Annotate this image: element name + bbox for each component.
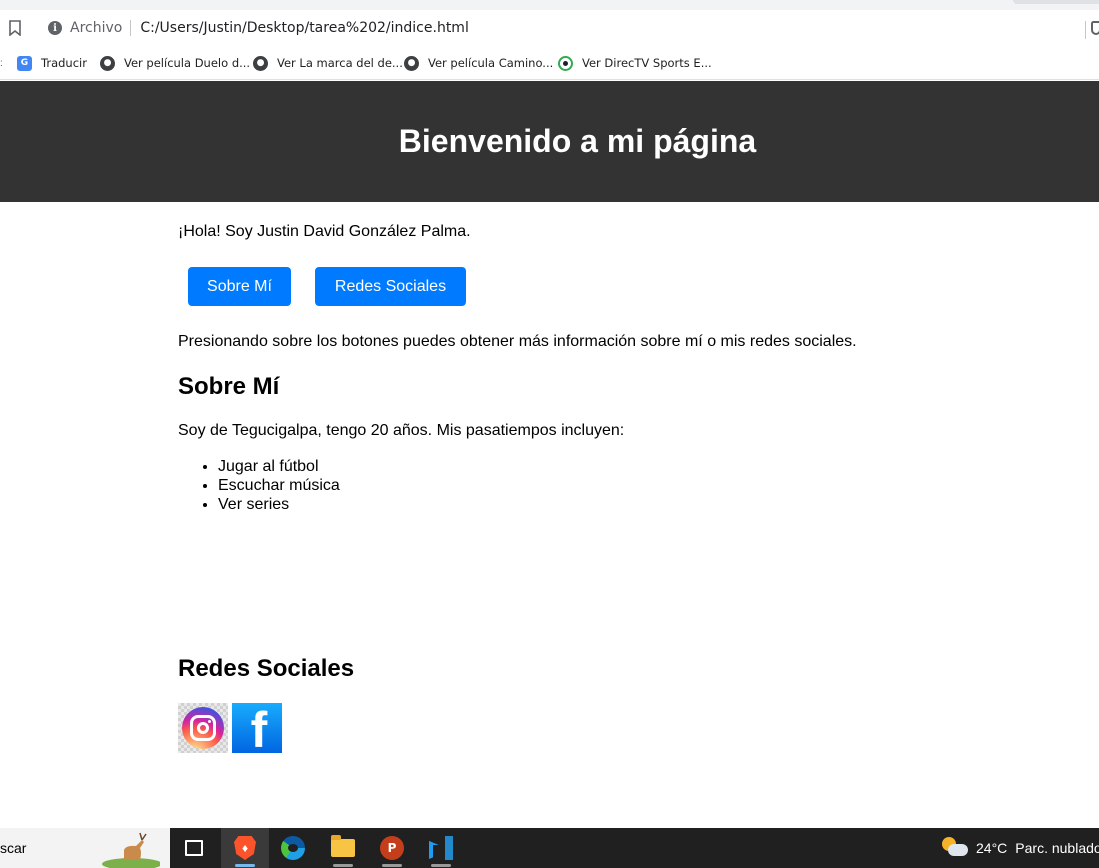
globe-icon: ● [253,55,268,71]
taskbar: scar ♦ P 24°C Parc. nublado [0,828,1099,868]
brave-icon: ♦ [234,836,256,860]
edge-button[interactable] [269,828,317,868]
google-translate-icon: G [17,55,32,71]
omnibox-divider [130,20,132,36]
globe-icon: ● [100,55,115,71]
file-explorer-icon [331,835,355,857]
weather-condition: Parc. nublado [1015,840,1099,856]
bookmark-label: Ver La marca del de... [277,56,403,70]
bookmarks-bar: : G Traducir ● Ver película Duelo d... ●… [0,46,1099,80]
bookmark-marca[interactable]: ● Ver La marca del de... [253,53,403,73]
page-header: Bienvenido a mi página [0,81,1099,202]
social-heading: Redes Sociales [178,655,355,682]
bookmark-directv[interactable]: Ver DirecTV Sports E... [558,53,712,73]
file-explorer-button[interactable] [319,828,367,868]
powerpoint-button[interactable]: P [368,828,416,868]
hint-text: Presionando sobre los botones puedes obt… [178,333,857,350]
about-heading: Sobre Mí [178,373,280,400]
bookmark-icon[interactable] [6,18,24,38]
social-button[interactable]: Redes Sociales [315,267,466,306]
bookmark-translate[interactable]: G Traducir [17,53,87,73]
facebook-logo: f [250,703,268,753]
facebook-icon[interactable]: f [232,703,282,753]
scheme-label: Archivo [70,20,123,36]
powerpoint-icon: P [380,836,404,860]
social-links: f [178,703,282,753]
extension-shield-icon[interactable] [1085,21,1099,39]
intro-text: ¡Hola! Soy Justin David González Palma. [178,223,471,240]
url-text[interactable]: C:/Users/Justin/Desktop/tarea%202/indice… [140,20,469,36]
bookmark-label: Ver DirecTV Sports E... [582,56,712,70]
browser-top-strip [0,0,1099,10]
search-text: scar [0,840,27,856]
page-title: Bienvenido a mi página [398,123,757,159]
hobbies-list: Jugar al fútbol Escuchar música Ver seri… [218,457,340,514]
list-item: Ver series [218,495,340,514]
about-text: Soy de Tegucigalpa, tengo 20 años. Mis p… [178,422,625,439]
vscode-button[interactable] [417,828,465,868]
bookmark-label: Traducir [41,56,87,70]
taskbar-search[interactable]: scar [0,828,170,868]
task-view-icon [185,840,203,856]
bookmark-label: Ver película Camino... [428,56,554,70]
list-item: Jugar al fútbol [218,457,340,476]
weather-temperature: 24°C [976,840,1008,856]
bookmarks-overflow-icon[interactable]: : [0,58,3,69]
address-bar-row: i Archivo C:/Users/Justin/Desktop/tarea%… [0,10,1099,46]
globe-icon: ● [404,55,419,71]
soccer-ball-icon [558,55,573,71]
instagram-icon[interactable] [178,703,228,753]
instagram-logo [182,707,224,749]
vscode-icon [429,836,453,860]
tab-edge [1013,0,1099,4]
omnibox[interactable]: i Archivo C:/Users/Justin/Desktop/tarea%… [38,13,1099,43]
list-item: Escuchar música [218,476,340,495]
partly-cloudy-icon [942,837,968,859]
about-button[interactable]: Sobre Mí [188,267,291,306]
brave-button[interactable]: ♦ [221,828,269,868]
deer-illustration-icon [102,832,160,868]
task-view-button[interactable] [170,828,218,868]
bookmark-camino[interactable]: ● Ver película Camino... [404,53,553,73]
site-info-icon[interactable]: i [48,21,62,35]
weather-widget[interactable]: 24°C Parc. nublado [942,828,1099,868]
bookmark-duelo[interactable]: ● Ver película Duelo d... [100,53,250,73]
edge-icon [281,836,305,860]
bookmark-label: Ver película Duelo d... [124,56,251,70]
